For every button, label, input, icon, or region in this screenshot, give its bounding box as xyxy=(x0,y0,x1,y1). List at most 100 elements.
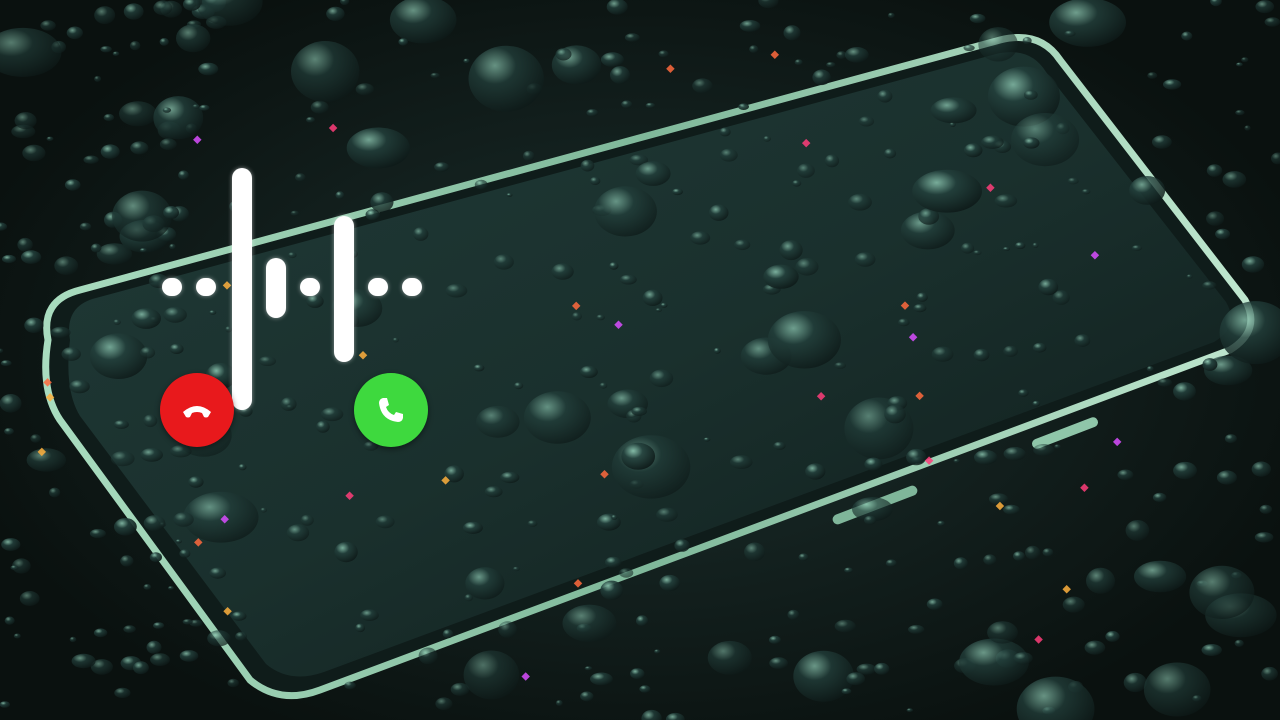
water-drop xyxy=(580,691,594,702)
water-drop xyxy=(988,493,1009,505)
water-drop xyxy=(123,3,144,20)
water-drop xyxy=(1236,62,1243,67)
water-drop xyxy=(619,274,637,285)
water-drop xyxy=(792,180,802,187)
water-drop xyxy=(848,193,872,211)
water-drop xyxy=(130,141,149,155)
water-drop xyxy=(89,528,106,539)
water-drop xyxy=(179,549,191,558)
water-drop xyxy=(524,391,591,444)
water-drop xyxy=(787,609,800,620)
water-drop xyxy=(1049,0,1126,47)
water-drop xyxy=(146,640,162,654)
water-drop xyxy=(1202,358,1218,371)
water-drop xyxy=(931,346,954,362)
water-drop xyxy=(611,514,618,520)
water-drop xyxy=(624,33,640,42)
water-drop xyxy=(238,463,247,471)
water-drop xyxy=(4,616,15,625)
water-drop xyxy=(112,51,120,56)
water-drop xyxy=(310,100,329,114)
sparkle xyxy=(521,672,530,681)
decline-call-button[interactable] xyxy=(160,373,234,447)
water-drop xyxy=(739,20,761,32)
water-drop xyxy=(163,306,187,323)
water-drop xyxy=(54,256,79,276)
water-drop xyxy=(713,347,721,354)
water-drop xyxy=(1255,0,1275,14)
water-drop xyxy=(773,441,786,450)
water-drop xyxy=(4,427,14,435)
water-drop xyxy=(1202,281,1217,290)
water-drop xyxy=(708,204,729,221)
water-drop xyxy=(103,113,115,122)
water-drop xyxy=(551,263,574,280)
water-drop xyxy=(334,541,358,563)
water-drop xyxy=(1244,125,1251,131)
water-drop xyxy=(71,653,96,669)
water-drop xyxy=(562,604,617,642)
water-drop xyxy=(418,647,438,665)
water-drop xyxy=(1125,520,1150,541)
water-drop xyxy=(159,138,177,150)
water-drop xyxy=(844,47,869,63)
water-drop xyxy=(600,580,624,600)
water-drop xyxy=(674,539,690,552)
water-drop xyxy=(594,186,657,237)
water-drop xyxy=(1261,666,1278,681)
water-drop xyxy=(600,52,624,67)
water-drop xyxy=(659,574,680,592)
water-drop xyxy=(973,250,982,256)
water-drop xyxy=(355,83,374,96)
water-drop xyxy=(1152,135,1172,149)
water-drop xyxy=(1032,400,1041,407)
water-drop xyxy=(344,681,356,690)
water-drop xyxy=(763,264,799,289)
water-drop xyxy=(360,609,379,621)
water-drop xyxy=(434,162,449,172)
water-drop xyxy=(370,192,394,213)
water-drop xyxy=(10,565,19,571)
water-drop xyxy=(1163,79,1182,90)
water-drop xyxy=(113,420,129,429)
water-drop xyxy=(24,317,44,333)
water-drop xyxy=(906,448,927,466)
water-drop xyxy=(445,283,468,298)
water-drop xyxy=(1042,548,1054,557)
wet-phone-background xyxy=(0,0,1280,720)
water-drop xyxy=(1062,596,1085,613)
water-drop xyxy=(767,311,842,369)
water-drop xyxy=(1002,247,1011,251)
water-drop xyxy=(1241,57,1249,63)
water-drop xyxy=(703,437,711,442)
water-drop xyxy=(1123,672,1147,693)
water-drop xyxy=(1234,639,1244,647)
water-drop xyxy=(898,318,910,327)
water-drop xyxy=(1222,171,1247,188)
water-drop xyxy=(794,59,803,66)
water-drop xyxy=(841,688,852,695)
water-drop xyxy=(953,557,968,570)
water-drop xyxy=(1271,152,1280,165)
water-drop xyxy=(1259,504,1273,514)
water-drop xyxy=(619,568,634,578)
water-drop xyxy=(707,640,752,675)
water-drop xyxy=(846,672,865,686)
water-drop xyxy=(738,103,749,110)
water-drop xyxy=(758,0,779,9)
water-drop xyxy=(887,12,895,19)
water-drop xyxy=(392,337,399,343)
water-drop xyxy=(579,365,598,378)
water-drop xyxy=(163,206,180,219)
sparkle xyxy=(328,123,338,133)
water-drop xyxy=(112,190,172,242)
water-drop xyxy=(522,150,535,161)
water-drop xyxy=(1003,447,1026,461)
accept-call-button[interactable] xyxy=(354,373,428,447)
water-drop xyxy=(14,112,37,130)
water-drop xyxy=(795,258,819,276)
water-drop xyxy=(149,552,162,563)
water-drop xyxy=(493,254,514,270)
water-drop xyxy=(1032,342,1047,353)
water-drop xyxy=(768,635,781,645)
